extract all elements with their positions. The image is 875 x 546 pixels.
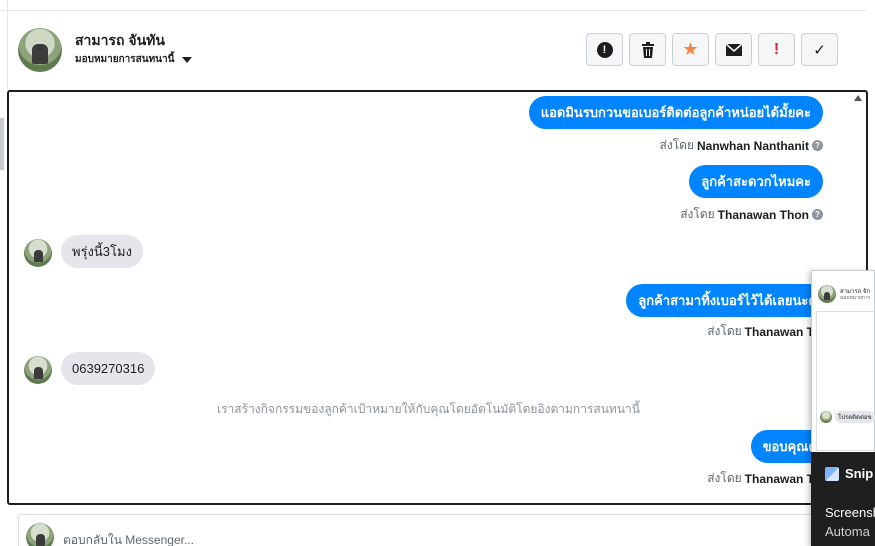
sender-name[interactable]: Thanawan Thon <box>718 208 809 222</box>
sent-by-prefix: ส่งโดย <box>680 207 715 221</box>
message-thread[interactable]: แอดมินรบกวนขอเบอร์ติดต่อลูกค้าหน่อยได้มั… <box>7 90 868 505</box>
contact-avatar-small <box>24 239 52 267</box>
preview-line-2: Automa <box>825 524 870 539</box>
incoming-message: พรุ่งนี้3โมง <box>61 235 143 268</box>
spam-button[interactable]: ! <box>586 33 623 66</box>
scroll-up-arrow-icon[interactable] <box>854 95 862 101</box>
trash-icon <box>641 41 654 58</box>
contact-avatar[interactable] <box>18 28 62 72</box>
left-frame-line <box>7 0 8 90</box>
popup-message-text: โปรดติดต่อข <box>835 411 875 423</box>
page-scrollbar-thumb[interactable] <box>0 118 4 170</box>
top-divider <box>0 10 866 11</box>
assign-label: มอบหมายการสนทนานี้ <box>75 54 175 65</box>
assign-conversation-dropdown[interactable]: มอบหมายการสนทนานี้ <box>75 52 193 67</box>
sent-by-prefix: ส่งโดย <box>707 324 742 338</box>
popup-header: สามารถ จัก มอบหมายการ <box>818 285 875 305</box>
sent-by-prefix: ส่งโดย <box>659 138 694 152</box>
popup-assign-label: มอบหมายการ <box>840 295 871 301</box>
sent-by-line: ส่งโดย Nanwhan Nanthanit ? <box>660 136 823 155</box>
incoming-message: 0639270316 <box>61 352 156 385</box>
popup-avatar <box>818 285 836 303</box>
delete-button[interactable] <box>629 33 666 66</box>
mail-button[interactable] <box>715 33 752 66</box>
popup-message-avatar <box>820 411 832 423</box>
caret-down-icon <box>182 56 193 63</box>
check-icon: ✓ <box>813 41 826 59</box>
reply-input[interactable]: ตอบกลับใน Messenger... <box>63 531 194 546</box>
envelope-icon <box>725 43 742 56</box>
popup-message: โปรดติดต่อข <box>820 411 875 423</box>
preview-line-1: Screensh <box>825 505 875 520</box>
outgoing-message: แอดมินรบกวนขอเบอร์ติดต่อลูกค้าหน่อยได้มั… <box>528 96 823 129</box>
help-icon[interactable]: ? <box>812 209 823 220</box>
system-note: เราสร้างกิจกรรมของลูกค้าเป้าหมายให้กับคุ… <box>217 402 640 416</box>
help-icon[interactable]: ? <box>812 140 823 151</box>
taskbar-preview[interactable]: Snip Screensh Automa <box>811 452 875 546</box>
exclamation-icon: ! <box>773 40 780 58</box>
star-icon: ★ <box>682 39 699 59</box>
contact-name[interactable]: สามารถ จันทัน <box>75 30 165 52</box>
star-button[interactable]: ★ <box>672 33 709 66</box>
conversation-toolbar: ! ★ ! ✓ <box>586 33 838 66</box>
popup-thread <box>816 311 875 451</box>
contact-avatar-small <box>24 356 52 384</box>
sent-by-prefix: ส่งโดย <box>707 471 742 485</box>
mark-important-button[interactable]: ! <box>758 33 795 66</box>
reply-box[interactable]: ตอบกลับใน Messenger... <box>18 514 818 546</box>
sent-by-line: ส่งโดย Thanawan Thon ? <box>680 205 823 224</box>
snip-app-label: Snip <box>845 466 874 481</box>
snipping-tool-icon <box>825 466 839 481</box>
page-avatar <box>26 523 54 546</box>
outgoing-message: ลูกค้าสะดวกไหมคะ <box>689 165 823 198</box>
done-button[interactable]: ✓ <box>801 33 838 66</box>
snip-app-row[interactable]: Snip <box>825 466 873 481</box>
outgoing-message: ลูกค้าสามาทิ้งเบอร์ไว้ได้เลยนะคะ <box>626 284 836 317</box>
sender-name[interactable]: Nanwhan Nanthanit <box>697 139 809 153</box>
alert-circle-icon: ! <box>596 41 613 58</box>
